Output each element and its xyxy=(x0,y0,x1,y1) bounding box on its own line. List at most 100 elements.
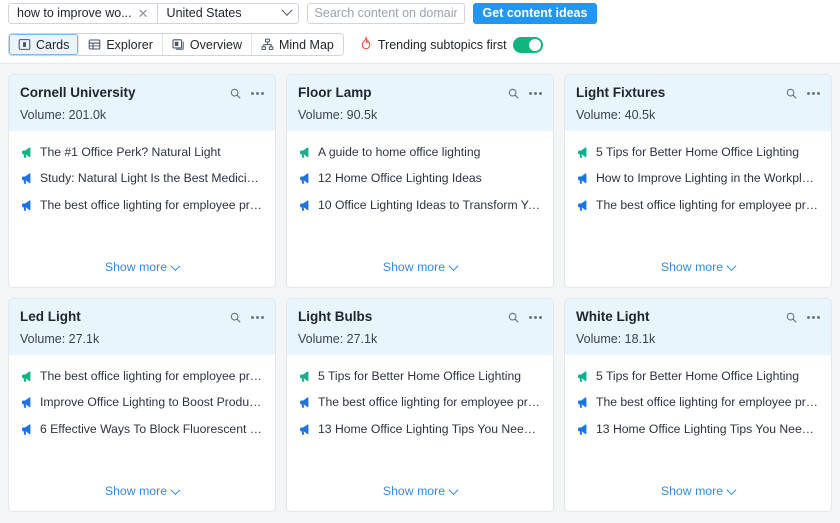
topic-card[interactable]: Light Fixtures Volume: 40.5k xyxy=(564,74,832,288)
chevron-down-icon xyxy=(449,261,459,271)
tab-overview-label: Overview xyxy=(190,38,242,52)
card-header: White Light Volume: 18.1k xyxy=(565,299,831,355)
card-footer: Show more xyxy=(287,473,553,511)
list-item[interactable]: The #1 Office Perk? Natural Light xyxy=(20,145,264,160)
show-more-label: Show more xyxy=(383,484,445,498)
megaphone-icon xyxy=(20,198,33,212)
chevron-down-icon xyxy=(449,485,459,495)
overview-icon xyxy=(172,38,185,51)
megaphone-icon xyxy=(576,198,589,212)
search-icon[interactable] xyxy=(507,87,520,100)
megaphone-icon xyxy=(576,369,589,383)
card-header-actions xyxy=(507,85,542,100)
list-item-label: The best office lighting for employee pr… xyxy=(40,198,264,213)
topic-card[interactable]: White Light Volume: 18.1k xyxy=(564,298,832,512)
megaphone-icon xyxy=(298,198,311,212)
search-icon[interactable] xyxy=(229,87,242,100)
ellipsis-icon[interactable] xyxy=(529,92,542,95)
list-item[interactable]: The best office lighting for employee pr… xyxy=(576,198,820,213)
ellipsis-icon[interactable] xyxy=(807,92,820,95)
ellipsis-icon[interactable] xyxy=(529,316,542,319)
list-item-label: The best office lighting for employee pr… xyxy=(40,369,264,384)
search-icon[interactable] xyxy=(785,311,798,324)
card-title: Light Fixtures xyxy=(576,85,665,101)
toggle-knob xyxy=(529,39,541,51)
ellipsis-icon[interactable] xyxy=(807,316,820,319)
table-icon xyxy=(88,38,101,51)
megaphone-icon xyxy=(20,145,33,159)
list-item-label: 6 Effective Ways To Block Fluorescent Li… xyxy=(40,422,264,437)
show-more-label: Show more xyxy=(105,260,167,274)
card-title: Floor Lamp xyxy=(298,85,372,101)
card-header: Led Light Volume: 27.1k xyxy=(9,299,275,355)
country-select[interactable]: United States xyxy=(158,4,298,23)
list-item[interactable]: 13 Home Office Lighting Tips You Need to… xyxy=(576,422,820,437)
search-icon[interactable] xyxy=(507,311,520,324)
search-icon[interactable] xyxy=(229,311,242,324)
list-item[interactable]: The best office lighting for employee pr… xyxy=(20,369,264,384)
list-item-label: The best office lighting for employee pr… xyxy=(318,395,542,410)
megaphone-icon xyxy=(576,395,589,409)
card-header: Light Bulbs Volume: 27.1k xyxy=(287,299,553,355)
show-more-button[interactable]: Show more xyxy=(661,260,735,274)
list-item-label: Study: Natural Light Is the Best Medicin… xyxy=(40,171,264,186)
topic-card[interactable]: Light Bulbs Volume: 27.1k xyxy=(286,298,554,512)
list-item[interactable]: How to Improve Lighting in the Workplace xyxy=(576,171,820,186)
show-more-label: Show more xyxy=(661,260,723,274)
topic-card[interactable]: Floor Lamp Volume: 90.5k xyxy=(286,74,554,288)
tab-mind-map[interactable]: Mind Map xyxy=(252,34,343,55)
list-item[interactable]: 6 Effective Ways To Block Fluorescent Li… xyxy=(20,422,264,437)
list-item[interactable]: The best office lighting for employee pr… xyxy=(576,395,820,410)
list-item[interactable]: 5 Tips for Better Home Office Lighting xyxy=(576,145,820,160)
tab-cards[interactable]: Cards xyxy=(9,34,79,55)
show-more-label: Show more xyxy=(105,484,167,498)
list-item[interactable]: Study: Natural Light Is the Best Medicin… xyxy=(20,171,264,186)
domain-search-input[interactable] xyxy=(307,3,465,24)
list-item[interactable]: 5 Tips for Better Home Office Lighting xyxy=(576,369,820,384)
megaphone-icon xyxy=(20,395,33,409)
tab-overview[interactable]: Overview xyxy=(163,34,252,55)
mindmap-icon xyxy=(261,38,274,51)
list-item[interactable]: 12 Home Office Lighting Ideas xyxy=(298,171,542,186)
show-more-button[interactable]: Show more xyxy=(383,260,457,274)
tab-cards-label: Cards xyxy=(36,38,69,52)
get-content-ideas-button[interactable]: Get content ideas xyxy=(473,3,598,24)
close-icon[interactable]: ✕ xyxy=(138,7,151,20)
tab-explorer-label: Explorer xyxy=(106,38,153,52)
megaphone-icon xyxy=(298,395,311,409)
list-item[interactable]: 10 Office Lighting Ideas to Transform Yo… xyxy=(298,198,542,213)
card-header-actions xyxy=(507,309,542,324)
megaphone-icon xyxy=(298,369,311,383)
card-footer: Show more xyxy=(9,249,275,287)
show-more-button[interactable]: Show more xyxy=(661,484,735,498)
card-item-list: A guide to home office lighting 12 Home … xyxy=(287,131,553,249)
ellipsis-icon[interactable] xyxy=(251,316,264,319)
list-item[interactable]: A guide to home office lighting xyxy=(298,145,542,160)
chevron-down-icon xyxy=(727,485,737,495)
list-item-label: The best office lighting for employee pr… xyxy=(596,395,820,410)
card-header-actions xyxy=(229,309,264,324)
card-footer: Show more xyxy=(9,473,275,511)
topic-card[interactable]: Cornell University Volume: 201.0k xyxy=(8,74,276,288)
trending-subtopics-toggle[interactable] xyxy=(513,37,543,53)
keyword-input[interactable]: how to improve wo... ✕ xyxy=(9,4,157,23)
list-item[interactable]: The best office lighting for employee pr… xyxy=(20,198,264,213)
list-item-label: 12 Home Office Lighting Ideas xyxy=(318,171,482,186)
ellipsis-icon[interactable] xyxy=(251,92,264,95)
show-more-button[interactable]: Show more xyxy=(383,484,457,498)
list-item[interactable]: The best office lighting for employee pr… xyxy=(298,395,542,410)
card-item-list: 5 Tips for Better Home Office Lighting T… xyxy=(287,355,553,473)
search-icon[interactable] xyxy=(785,87,798,100)
list-item[interactable]: 13 Home Office Lighting Tips You Need to… xyxy=(298,422,542,437)
card-item-list: 5 Tips for Better Home Office Lighting T… xyxy=(565,355,831,473)
card-volume: Volume: 201.0k xyxy=(20,108,264,122)
show-more-button[interactable]: Show more xyxy=(105,260,179,274)
topic-card[interactable]: Led Light Volume: 27.1k xyxy=(8,298,276,512)
topic-cards-grid: Cornell University Volume: 201.0k xyxy=(0,64,840,522)
list-item-label: The #1 Office Perk? Natural Light xyxy=(40,145,221,160)
tab-explorer[interactable]: Explorer xyxy=(79,34,163,55)
list-item[interactable]: 5 Tips for Better Home Office Lighting xyxy=(298,369,542,384)
show-more-button[interactable]: Show more xyxy=(105,484,179,498)
list-item[interactable]: Improve Office Lighting to Boost Product… xyxy=(20,395,264,410)
list-item-label: 5 Tips for Better Home Office Lighting xyxy=(596,145,799,160)
